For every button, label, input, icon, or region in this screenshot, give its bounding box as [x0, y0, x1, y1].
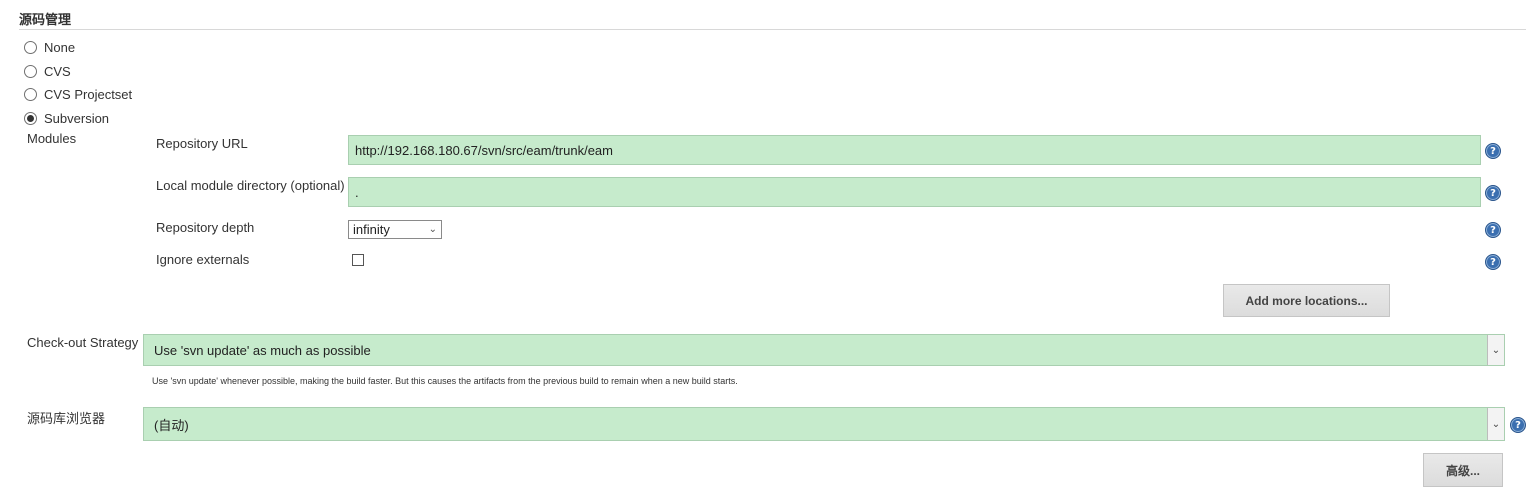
repository-depth-label: Repository depth	[156, 220, 255, 235]
ignore-externals-label: Ignore externals	[156, 252, 250, 267]
help-icon[interactable]: ?	[1485, 222, 1501, 238]
radio-label: CVS	[44, 63, 71, 79]
section-divider	[19, 29, 1526, 30]
modules-label: Modules	[27, 131, 77, 146]
checkout-strategy-value: Use 'svn update' as much as possible	[154, 342, 371, 358]
chevron-down-icon[interactable]: ⌄	[1487, 335, 1504, 365]
chevron-down-icon: ⌄	[428, 224, 437, 235]
radio-option-cvs-projectset[interactable]: CVS Projectset	[24, 85, 132, 103]
local-module-dir-input[interactable]: .	[348, 177, 1481, 207]
help-icon[interactable]: ?	[1485, 143, 1501, 159]
radio-option-none[interactable]: None	[24, 38, 75, 56]
radio-label: Subversion	[44, 110, 110, 126]
advanced-button[interactable]: 高级...	[1423, 453, 1503, 487]
checkout-strategy-label: Check-out Strategy	[27, 335, 139, 350]
repository-browser-label: 源码库浏览器	[27, 411, 106, 426]
repository-depth-select[interactable]: infinity ⌄	[348, 220, 442, 239]
help-icon[interactable]: ?	[1485, 254, 1501, 270]
radio-button[interactable]	[24, 64, 37, 78]
section-title: 源码管理	[19, 12, 72, 27]
chevron-down-icon[interactable]: ⌄	[1487, 408, 1504, 440]
radio-label: CVS Projectset	[44, 86, 133, 102]
radio-option-cvs[interactable]: CVS	[24, 62, 71, 80]
radio-button-selected[interactable]	[24, 111, 37, 125]
repository-url-input[interactable]: http://192.168.180.67/svn/src/eam/trunk/…	[348, 135, 1481, 165]
repository-browser-value: (自动)	[154, 417, 189, 433]
ignore-externals-checkbox[interactable]	[352, 254, 364, 266]
repository-browser-select[interactable]: (自动) ⌄	[143, 407, 1505, 441]
repository-url-label: Repository URL	[156, 136, 248, 151]
add-more-locations-button[interactable]: Add more locations...	[1223, 284, 1390, 317]
scm-panel: 源码管理 None CVS CVS Projectset Subversion …	[0, 0, 1531, 496]
radio-button[interactable]	[24, 40, 37, 54]
checkout-strategy-description: Use 'svn update' whenever possible, maki…	[152, 376, 738, 386]
checkout-strategy-select[interactable]: Use 'svn update' as much as possible ⌄	[143, 334, 1505, 366]
help-icon[interactable]: ?	[1485, 185, 1501, 201]
radio-label: None	[44, 39, 76, 55]
repository-depth-value: infinity	[353, 222, 390, 237]
radio-option-subversion[interactable]: Subversion	[24, 109, 109, 127]
local-module-dir-label: Local module directory (optional)	[156, 178, 345, 193]
help-icon[interactable]: ?	[1510, 417, 1526, 433]
radio-button[interactable]	[24, 87, 37, 101]
